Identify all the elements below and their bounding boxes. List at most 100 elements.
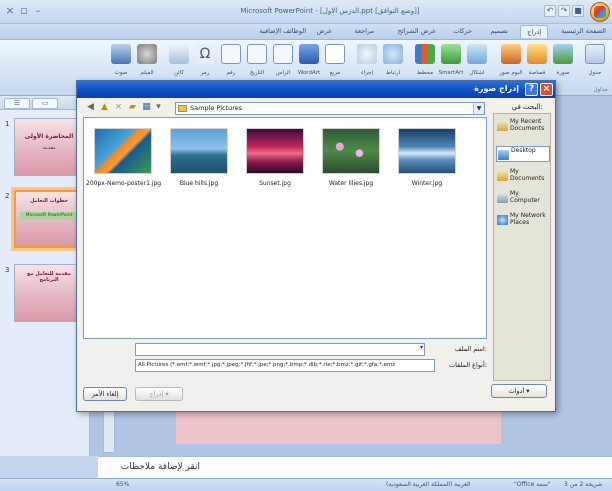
outline-tab[interactable]: ☰ bbox=[4, 98, 30, 109]
network-icon bbox=[497, 215, 508, 225]
slide-number: 3 bbox=[5, 266, 10, 274]
file-item[interactable]: Winter.jpg bbox=[390, 128, 464, 212]
globe-icon bbox=[383, 44, 403, 64]
help-icon[interactable]: ? bbox=[525, 83, 538, 96]
insert-picture-dialog: إدراج صورة ? × البحث في: ◀ ▲ × ▰ ▦ ▾ Sam… bbox=[76, 80, 556, 412]
wordart-icon bbox=[299, 44, 319, 64]
look-in-combobox[interactable]: Sample Pictures ▼ bbox=[175, 102, 485, 115]
omega-icon: Ω bbox=[195, 44, 215, 64]
thumbnail-image bbox=[398, 128, 456, 174]
views-icon[interactable]: ▦ bbox=[141, 102, 152, 113]
places-bar: My Recent Documents Desktop My Documents… bbox=[493, 113, 551, 381]
window-title: Microsoft PowerPoint - [الدرس الاول.ppt … bbox=[240, 7, 420, 15]
computer-icon bbox=[497, 193, 508, 203]
file-item[interactable]: Blue hills.jpg bbox=[162, 128, 236, 212]
office-button[interactable] bbox=[590, 2, 610, 22]
back-icon[interactable]: ◀ bbox=[85, 102, 96, 113]
title-bar: × ▫ – Microsoft PowerPoint - [الدرس الاو… bbox=[0, 0, 612, 24]
shapes-icon bbox=[467, 44, 487, 64]
theme-status: "Office سمة" bbox=[514, 481, 551, 488]
new-folder-icon[interactable]: ▰ bbox=[127, 102, 138, 113]
slide-thumbnail-3[interactable]: مقدمة للتعامل مع البرنامج bbox=[14, 264, 84, 322]
tab-animations[interactable]: حركات bbox=[453, 27, 472, 35]
notes-pane[interactable]: انقر لإضافة ملاحظات bbox=[98, 456, 612, 478]
cancel-button[interactable]: إلغاء الأمر bbox=[83, 387, 127, 401]
up-folder-icon[interactable]: ▲ bbox=[99, 102, 110, 113]
look-in-label: البحث في: bbox=[511, 103, 543, 111]
speaker-icon bbox=[111, 44, 131, 64]
notes-placeholder: انقر لإضافة ملاحظات bbox=[120, 462, 200, 472]
slide-thumb-title: مقدمة للتعامل مع البرنامج bbox=[27, 271, 71, 283]
slide-info: شريحة 2 من 3 bbox=[564, 481, 603, 488]
chart-icon bbox=[415, 44, 435, 64]
slide-number: 1 bbox=[5, 120, 10, 128]
language-status: العربية (المملكة العربية السعودية) bbox=[386, 481, 471, 488]
recent-documents-icon bbox=[497, 121, 508, 131]
tab-design[interactable]: تصميم bbox=[491, 27, 509, 35]
tab-addins[interactable]: الوظائف الإضافية bbox=[260, 27, 306, 35]
slide-thumb-subtitle: مقدمة bbox=[42, 145, 56, 151]
slide-thumb-title: خطوات التعامل bbox=[30, 198, 68, 204]
dialog-title-bar: إدراج صورة ? × bbox=[77, 81, 555, 98]
desktop-icon bbox=[498, 150, 509, 160]
tools-button[interactable]: أدوات ▾ bbox=[491, 384, 547, 398]
tab-review[interactable]: مراجعة bbox=[354, 27, 374, 35]
slide-number: 2 bbox=[5, 192, 10, 200]
office-logo-icon bbox=[594, 6, 606, 18]
smartart-icon bbox=[441, 44, 461, 64]
slide-number-icon bbox=[221, 44, 241, 64]
slide-thumbnail-1[interactable]: المحاضرة الأولى مقدمة bbox=[14, 118, 84, 176]
object-icon bbox=[169, 44, 189, 64]
file-list[interactable]: 200px-Nemo-poster1.jpg Blue hills.jpg Su… bbox=[83, 117, 487, 339]
dialog-toolbar: ◀ ▲ × ▰ ▦ ▾ bbox=[83, 101, 179, 115]
thumbnail-image bbox=[94, 128, 152, 174]
place-desktop[interactable]: Desktop bbox=[496, 146, 550, 162]
file-type-value: All Pictures (*.emf;*.wmf;*.jpg;*.jpeg;*… bbox=[138, 362, 396, 368]
thumbnail-image bbox=[246, 128, 304, 174]
thumbnail-image bbox=[322, 128, 380, 174]
file-item[interactable]: Sunset.jpg bbox=[238, 128, 312, 212]
folder-icon bbox=[178, 105, 187, 112]
insert-button[interactable]: إدراج ▾ bbox=[135, 387, 183, 401]
place-my-network[interactable]: My Network Places bbox=[496, 212, 550, 246]
picture-icon bbox=[553, 44, 573, 64]
tab-view[interactable]: عرض bbox=[317, 27, 332, 35]
close-window-icon[interactable]: × bbox=[4, 4, 16, 17]
my-documents-icon bbox=[497, 171, 508, 181]
chevron-down-icon[interactable]: ▼ bbox=[473, 103, 484, 114]
views-dropdown-icon[interactable]: ▾ bbox=[153, 102, 164, 113]
undo-icon[interactable]: ↶ bbox=[544, 5, 556, 17]
slides-tab[interactable]: ▭ bbox=[32, 98, 58, 109]
restore-window-icon[interactable]: ▫ bbox=[18, 4, 30, 17]
save-icon[interactable]: ■ bbox=[572, 5, 584, 17]
table-icon bbox=[585, 44, 605, 64]
tab-slideshow[interactable]: عرض الشرائح bbox=[398, 27, 436, 35]
minimize-window-icon[interactable]: – bbox=[32, 4, 44, 17]
chevron-down-icon[interactable]: ▾ bbox=[420, 344, 423, 351]
header-footer-icon bbox=[273, 44, 293, 64]
clipart-icon bbox=[527, 44, 547, 64]
group-label-tables: جداول bbox=[593, 87, 608, 93]
film-reel-icon bbox=[137, 44, 157, 64]
powerpoint-window: × ▫ – Microsoft PowerPoint - [الدرس الاو… bbox=[0, 0, 612, 491]
slide-thumbnail-2[interactable]: خطوات التعامل Microsoft PowerPoint bbox=[11, 187, 87, 251]
dialog-title: إدراج صورة bbox=[474, 84, 519, 93]
look-in-value: Sample Pictures bbox=[190, 104, 243, 112]
table-button[interactable]: جدول bbox=[582, 44, 608, 86]
action-icon bbox=[357, 44, 377, 64]
file-item[interactable]: 200px-Nemo-poster1.jpg bbox=[86, 128, 161, 212]
delete-icon[interactable]: × bbox=[113, 102, 124, 113]
redo-icon[interactable]: ↷ bbox=[558, 5, 570, 17]
tab-home[interactable]: الصفحة الرئيسية bbox=[561, 27, 606, 35]
close-icon[interactable]: × bbox=[540, 83, 553, 96]
calendar-icon bbox=[247, 44, 267, 64]
file-name-label: اسم الملف: bbox=[454, 345, 487, 353]
tab-insert[interactable]: إدراج bbox=[520, 25, 548, 38]
file-type-select[interactable]: All Pictures (*.emf;*.wmf;*.jpg;*.jpeg;*… bbox=[135, 359, 435, 372]
status-bar: 65% العربية (المملكة العربية السعودية) "… bbox=[0, 478, 612, 491]
photo-album-icon bbox=[501, 44, 521, 64]
file-name-input[interactable]: ▾ bbox=[135, 343, 425, 356]
file-item[interactable]: Water lilies.jpg bbox=[314, 128, 388, 212]
zoom-level[interactable]: 65% bbox=[116, 481, 129, 488]
ribbon-tabs: الصفحة الرئيسية إدراج تصميم حركات عرض ال… bbox=[0, 24, 612, 40]
